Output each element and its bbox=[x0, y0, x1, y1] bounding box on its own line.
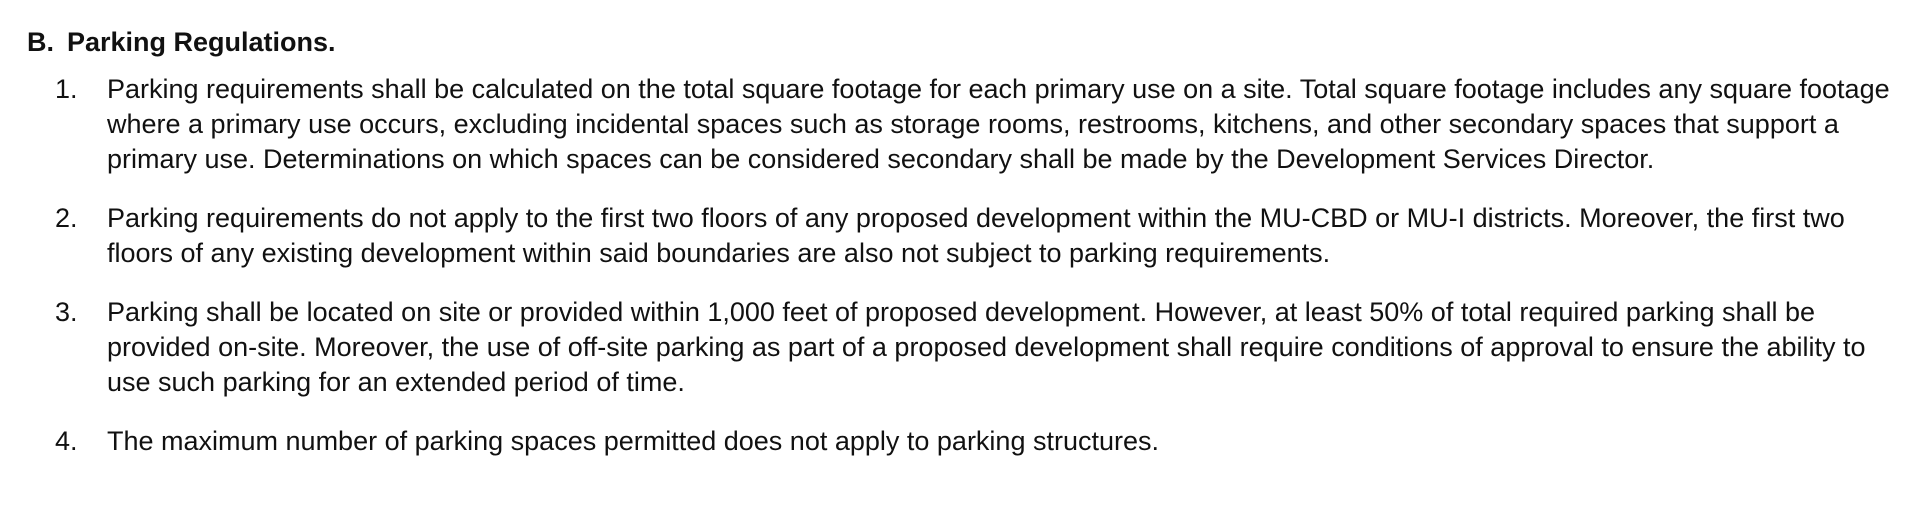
list-item: 3. Parking shall be located on site or p… bbox=[27, 295, 1893, 400]
list-item: 1. Parking requirements shall be calcula… bbox=[27, 72, 1893, 177]
section-title: Parking Regulations. bbox=[67, 27, 336, 57]
regulation-list: 1. Parking requirements shall be calcula… bbox=[27, 72, 1893, 459]
list-item-number: 4. bbox=[55, 426, 78, 456]
list-item: 4. The maximum number of parking spaces … bbox=[27, 424, 1893, 459]
list-item-text: Parking requirements do not apply to the… bbox=[107, 203, 1845, 268]
section-heading: B. Parking Regulations. bbox=[27, 22, 1893, 62]
list-item-number: 2. bbox=[55, 203, 78, 233]
section-letter: B. bbox=[27, 27, 54, 57]
list-item-text: Parking requirements shall be calculated… bbox=[107, 74, 1890, 174]
list-item: 2. Parking requirements do not apply to … bbox=[27, 201, 1893, 271]
list-item-text: Parking shall be located on site or prov… bbox=[107, 297, 1866, 397]
list-item-number: 3. bbox=[55, 297, 78, 327]
document-body: B. Parking Regulations. 1. Parking requir… bbox=[27, 22, 1893, 483]
list-item-text: The maximum number of parking spaces per… bbox=[107, 426, 1159, 456]
list-item-number: 1. bbox=[55, 74, 78, 104]
